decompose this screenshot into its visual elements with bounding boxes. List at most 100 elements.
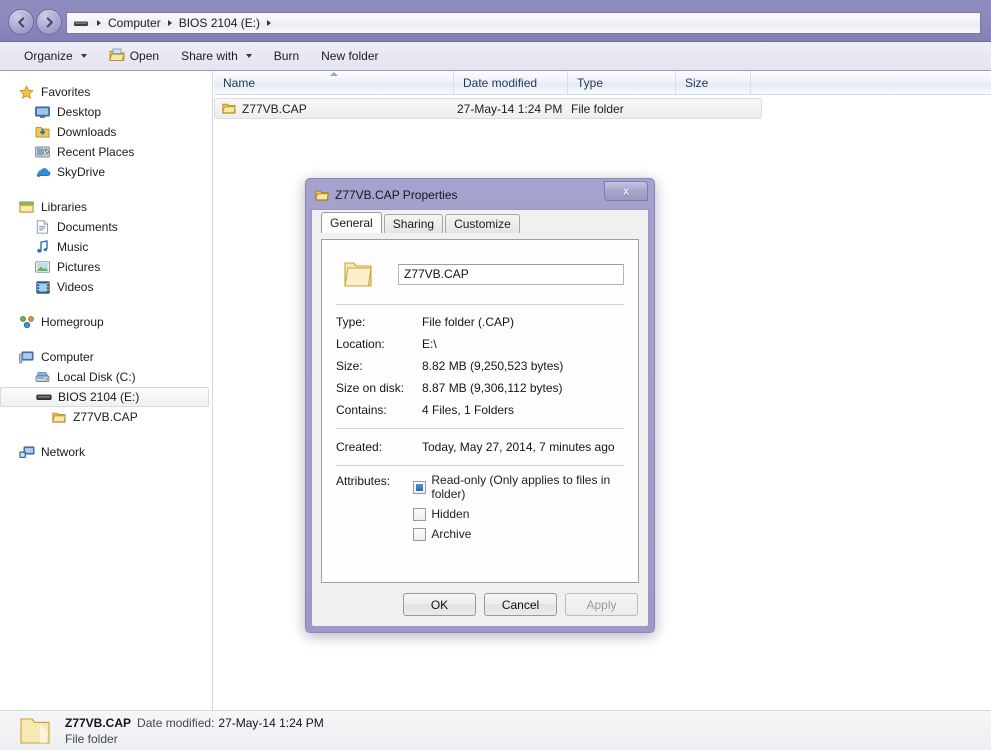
property-size: Size: 8.82 MB (9,250,523 bytes) [336, 355, 624, 377]
sidebar-label-computer: Computer [41, 350, 94, 364]
forward-button[interactable] [36, 9, 62, 35]
folder-large-icon [18, 716, 52, 746]
burn-button[interactable]: Burn [264, 45, 309, 67]
column-header-size[interactable]: Size [676, 71, 751, 95]
property-size-on-disk-value: 8.87 MB (9,306,112 bytes) [422, 381, 563, 395]
downloads-icon [34, 124, 51, 140]
breadcrumb-separator-icon [164, 20, 176, 26]
sidebar-item-skydrive[interactable]: SkyDrive [0, 162, 212, 182]
burn-label: Burn [273, 49, 300, 63]
sidebar-label-z77vb-cap: Z77VB.CAP [73, 410, 138, 424]
status-text-block: Z77VB.CAP Date modified: 27-May-14 1:24 PM… [65, 716, 324, 746]
address-bar[interactable]: Computer BIOS 2104 (E:) [66, 12, 981, 34]
ok-button[interactable]: OK [403, 593, 476, 616]
folder-large-icon [336, 261, 380, 288]
status-bar: Z77VB.CAP Date modified: 27-May-14 1:24 PM… [0, 710, 991, 750]
checkbox-archive-box[interactable] [413, 527, 427, 541]
dialog-body: General Sharing Customize Z77VB.CAP Type… [311, 209, 649, 627]
column-header-type[interactable]: Type [568, 71, 676, 95]
property-size-on-disk: Size on disk: 8.87 MB (9,306,112 bytes) [336, 377, 624, 399]
sidebar-item-recent-places[interactable]: Recent Places [0, 142, 212, 162]
attributes-row: Attributes: Read-only (Only applies to f… [336, 473, 624, 541]
sidebar-item-local-disk-c[interactable]: Local Disk (C:) [0, 367, 212, 387]
back-button[interactable] [8, 9, 34, 35]
checkbox-archive[interactable]: Archive [413, 527, 624, 541]
skydrive-cloud-icon [34, 164, 51, 180]
sidebar-group-computer[interactable]: Computer [0, 347, 212, 367]
share-with-label: Share with [181, 49, 238, 63]
sidebar-group-favorites[interactable]: Favorites [0, 82, 212, 102]
share-with-button[interactable]: Share with [171, 45, 262, 67]
sidebar-item-z77vb-cap[interactable]: Z77VB.CAP [0, 407, 212, 427]
organize-label: Organize [24, 49, 73, 63]
file-row-name: Z77VB.CAP [215, 102, 455, 116]
column-headers: Name Date modified Type Size [214, 71, 991, 95]
apply-button[interactable]: Apply [565, 593, 638, 616]
property-created-key: Created: [336, 440, 383, 454]
property-size-key: Size: [336, 359, 363, 373]
sidebar-item-music[interactable]: Music [0, 237, 212, 257]
property-location: Location: E:\ [336, 333, 624, 355]
pictures-icon [34, 259, 51, 275]
dialog-title-text: Z77VB.CAP Properties [335, 188, 458, 202]
folder-icon [315, 189, 329, 202]
cancel-button[interactable]: Cancel [484, 593, 557, 616]
computer-drive-icon [73, 17, 89, 29]
hard-disk-icon [34, 369, 51, 385]
sidebar-label-videos: Videos [57, 280, 94, 294]
title-bar: Computer BIOS 2104 (E:) [0, 0, 991, 42]
tab-sharing[interactable]: Sharing [383, 214, 444, 233]
organize-button[interactable]: Organize [14, 45, 97, 67]
tab-general[interactable]: General [321, 212, 382, 233]
sidebar-item-pictures[interactable]: Pictures [0, 257, 212, 277]
folder-name-input[interactable]: Z77VB.CAP [398, 263, 624, 285]
open-label: Open [129, 49, 160, 63]
music-note-icon [34, 239, 51, 255]
close-icon[interactable]: x [604, 181, 648, 201]
file-row-name-label: Z77VB.CAP [242, 101, 307, 116]
checkbox-hidden-box[interactable] [413, 507, 427, 521]
checkbox-hidden[interactable]: Hidden [413, 507, 624, 521]
checkbox-read-only[interactable]: Read-only (Only applies to files in fold… [413, 473, 624, 501]
file-row-type: File folder [571, 101, 624, 116]
computer-icon [18, 349, 35, 365]
sidebar-group-homegroup[interactable]: Homegroup [0, 312, 212, 332]
breadcrumb-item-bios-2104[interactable]: BIOS 2104 (E:) [176, 15, 263, 31]
explorer-window: Computer BIOS 2104 (E:) Organize Open Sh… [0, 0, 991, 750]
dialog-title-bar[interactable]: Z77VB.CAP Properties x [309, 181, 651, 208]
tab-customize[interactable]: Customize [445, 214, 520, 233]
sidebar-item-downloads[interactable]: Downloads [0, 122, 212, 142]
checkbox-archive-label: Archive [431, 527, 472, 541]
property-created-value: Today, May 27, 2014, 7 minutes ago [422, 440, 615, 454]
sidebar-label-local-disk-c: Local Disk (C:) [57, 370, 136, 384]
sidebar-item-desktop[interactable]: Desktop [0, 102, 212, 122]
folder-name-row: Z77VB.CAP [336, 252, 624, 296]
column-header-name[interactable]: Name [214, 71, 454, 95]
document-icon [34, 219, 51, 235]
status-date-label: Date modified: [137, 715, 215, 730]
sidebar-item-documents[interactable]: Documents [0, 217, 212, 237]
sidebar-item-videos[interactable]: Videos [0, 277, 212, 297]
folder-name-value: Z77VB.CAP [404, 267, 469, 281]
divider [336, 465, 624, 466]
breadcrumb-item-computer[interactable]: Computer [105, 15, 164, 31]
checkbox-read-only-box[interactable] [413, 480, 427, 494]
property-size-on-disk-key: Size on disk: [336, 381, 405, 395]
new-folder-button[interactable]: New folder [311, 45, 388, 67]
sidebar-label-music: Music [57, 240, 89, 254]
sidebar-group-libraries[interactable]: Libraries [0, 197, 212, 217]
sidebar-item-bios-2104-e[interactable]: BIOS 2104 (E:) [0, 387, 209, 407]
checkbox-read-only-label: Read-only (Only applies to files in fold… [431, 473, 611, 501]
navigation-pane[interactable]: Favorites Desktop Downloads Recent Place… [0, 71, 213, 710]
open-folder-icon [109, 48, 125, 65]
table-row[interactable]: Z77VB.CAP 27-May-14 1:24 PM File folder [214, 98, 762, 119]
open-button[interactable]: Open [99, 45, 169, 67]
sidebar-group-network[interactable]: Network [0, 442, 212, 462]
sidebar-label-downloads: Downloads [57, 125, 117, 139]
column-header-date-modified[interactable]: Date modified [454, 71, 568, 95]
folder-icon [222, 102, 236, 115]
column-header-name-label: Name [223, 76, 256, 90]
chevron-down-icon [80, 54, 87, 58]
